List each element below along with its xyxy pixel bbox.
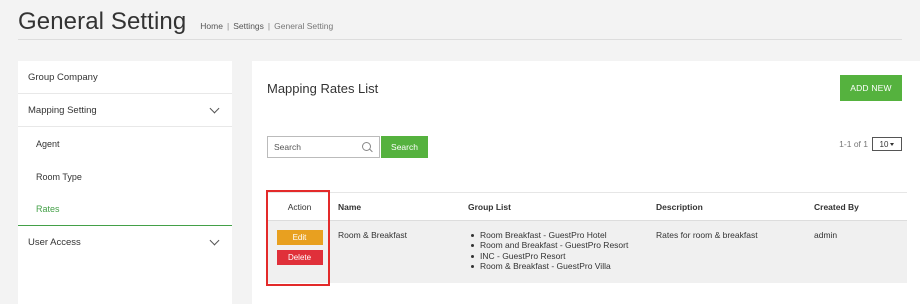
sidebar-item-label: Mapping Setting <box>28 104 97 116</box>
column-header-created-by[interactable]: Created By <box>810 202 907 212</box>
sidebar-subitem-room-type[interactable]: Room Type <box>18 160 232 193</box>
sidebar: Group Company Mapping Setting Agent Room… <box>18 61 232 304</box>
search-input[interactable] <box>274 142 354 152</box>
cell-name: Room & Breakfast <box>338 230 407 240</box>
group-list-item: Room & Breakfast - GuestPro Villa <box>468 261 650 271</box>
search-box <box>267 136 380 158</box>
sidebar-item-label: User Access <box>28 237 81 248</box>
search-icon[interactable] <box>362 141 373 153</box>
group-list-item: Room and Breakfast - GuestPro Resort <box>468 240 650 250</box>
chevron-down-icon <box>209 235 220 246</box>
sidebar-item-user-access[interactable]: User Access <box>18 226 232 259</box>
action-cell: Edit Delete <box>267 221 332 265</box>
page-size-select[interactable]: 10 <box>872 137 902 151</box>
page-size-value: 10 <box>879 139 889 149</box>
page-title: General Setting <box>18 8 187 35</box>
cell-group-list: Room Breakfast - GuestPro Hotel Room and… <box>460 221 650 272</box>
chevron-down-icon <box>209 103 220 113</box>
page-header: General Setting Home | Settings | Genera… <box>18 8 902 40</box>
sidebar-subitem-agent[interactable]: Agent <box>18 127 232 160</box>
table-row: Edit Delete Room & Breakfast Room Breakf… <box>267 220 907 283</box>
sidebar-subitem-rates[interactable]: Rates <box>18 193 232 226</box>
column-header-name[interactable]: Name <box>332 202 460 212</box>
breadcrumb-settings[interactable]: Settings <box>233 21 264 31</box>
table-header: Action Name Group List Description Creat… <box>267 192 907 220</box>
add-new-button[interactable]: ADD NEW <box>840 75 902 101</box>
cell-description: Rates for room & breakfast <box>656 230 758 240</box>
search-button[interactable]: Search <box>381 136 428 158</box>
column-header-group-list[interactable]: Group List <box>460 202 650 212</box>
pagination-text: 1-1 of 1 <box>839 139 868 149</box>
breadcrumb-separator: | <box>226 21 230 31</box>
breadcrumb-separator: | <box>267 21 271 31</box>
group-list-item: Room Breakfast - GuestPro Hotel <box>468 230 650 240</box>
breadcrumb: Home | Settings | General Setting <box>200 21 333 31</box>
group-list-item: INC - GuestPro Resort <box>468 251 650 261</box>
breadcrumb-current: General Setting <box>274 21 334 31</box>
pagination: 1-1 of 1 10 <box>839 137 902 151</box>
edit-button[interactable]: Edit <box>276 230 323 245</box>
column-header-description[interactable]: Description <box>650 202 810 212</box>
cell-created-by: admin <box>814 230 838 240</box>
main-panel: Mapping Rates List ADD NEW Search 1-1 of… <box>252 61 920 304</box>
breadcrumb-home[interactable]: Home <box>200 21 223 31</box>
column-header-action: Action <box>287 201 312 212</box>
delete-button[interactable]: Delete <box>276 250 323 265</box>
list-title: Mapping Rates List <box>267 81 379 96</box>
sidebar-item-label: Group Company <box>28 71 98 83</box>
sidebar-item-mapping-setting[interactable]: Mapping Setting <box>18 94 232 127</box>
rates-table: Action Name Group List Description Creat… <box>267 192 907 283</box>
caret-down-icon <box>890 142 895 146</box>
sidebar-item-group-company[interactable]: Group Company <box>18 61 232 94</box>
